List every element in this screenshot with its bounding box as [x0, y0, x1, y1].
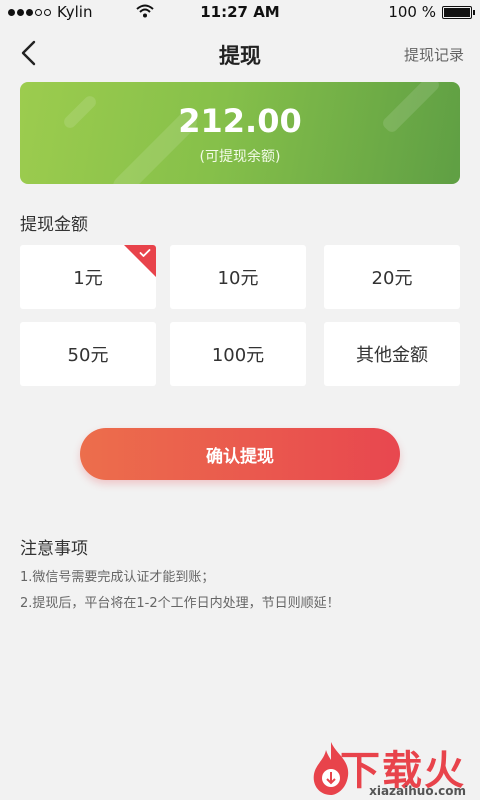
note-item: 2.提现后，平台将在1-2个工作日内处理，节日则顺延！	[20, 596, 340, 611]
amount-option-selected[interactable]: 1元	[20, 245, 156, 309]
amount-option[interactable]: 10元	[170, 245, 306, 309]
watermark: 下载火 xiazaihuo.com	[276, 738, 476, 800]
amount-option[interactable]: 50元	[20, 322, 156, 386]
confirm-withdraw-button[interactable]: 确认提现	[80, 428, 400, 480]
amount-option-label: 其他金额	[356, 345, 428, 366]
battery-percent: 100 %	[388, 3, 436, 21]
amount-option-label: 20元	[371, 268, 413, 289]
balance-amount: 212.00	[178, 102, 302, 140]
notes-title: 注意事项	[20, 539, 88, 559]
amount-option-label: 50元	[67, 345, 109, 366]
battery-icon	[442, 5, 475, 19]
status-bar: Kylin 11:27 AM 100 %	[0, 0, 480, 24]
withdraw-history-link[interactable]: 提现记录	[404, 44, 464, 65]
amount-option[interactable]: 20元	[324, 245, 460, 309]
watermark-url: xiazaihuo.com	[369, 784, 466, 798]
balance-caption: (可提现余额)	[199, 149, 281, 165]
balance-card: 212.00 (可提现余额)	[20, 82, 460, 184]
amount-option-label: 1元	[73, 268, 103, 289]
note-item: 1.微信号需要完成认证才能到账；	[20, 570, 215, 585]
amount-section-label: 提现金额	[20, 215, 88, 235]
amount-option-label: 10元	[217, 268, 259, 289]
amount-option-label: 100元	[211, 345, 265, 366]
nav-bar: 提现 提现记录	[0, 28, 480, 80]
amount-option-other[interactable]: 其他金额	[324, 322, 460, 386]
status-right: 100 %	[388, 3, 475, 21]
check-icon	[139, 249, 151, 257]
amount-option[interactable]: 100元	[170, 322, 306, 386]
